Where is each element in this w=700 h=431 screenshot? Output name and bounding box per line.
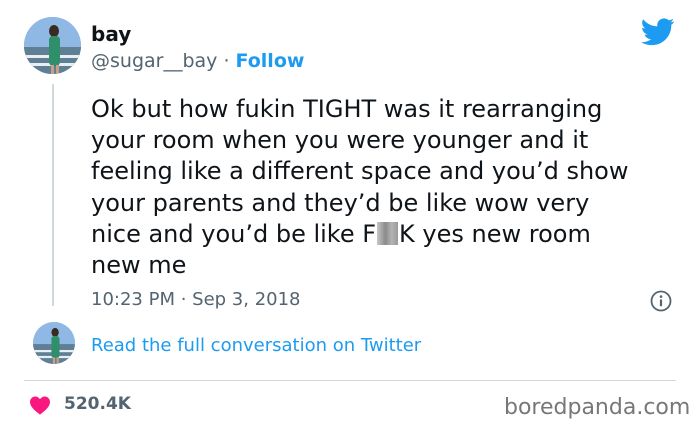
conversation-avatar[interactable] — [33, 322, 75, 364]
tweet-timestamp[interactable]: 10:23 PM · Sep 3, 2018 — [91, 289, 301, 310]
avatar-photo — [24, 17, 81, 74]
read-conversation-link[interactable]: Read the full conversation on Twitter — [91, 335, 421, 356]
watermark: boredpanda.com — [504, 395, 691, 420]
like-count[interactable]: 520.4K — [64, 394, 131, 414]
heart-icon[interactable] — [29, 395, 51, 415]
info-icon[interactable] — [650, 290, 672, 312]
twitter-bird-icon[interactable] — [641, 18, 675, 46]
avatar-photo — [33, 322, 75, 364]
author-handle[interactable]: @sugar__bay — [91, 50, 217, 72]
handle-separator: · — [217, 50, 236, 72]
tweet-text: Ok but how fukin TIGHT was it rearrangin… — [91, 94, 691, 281]
author-display-name[interactable]: bay — [91, 22, 131, 46]
author-handle-row: @sugar__bay · Follow — [91, 50, 304, 72]
censor-blur — [377, 221, 399, 245]
author-avatar[interactable] — [24, 17, 81, 74]
follow-button[interactable]: Follow — [236, 50, 305, 72]
thread-connector-line — [52, 84, 54, 306]
divider — [24, 380, 676, 381]
